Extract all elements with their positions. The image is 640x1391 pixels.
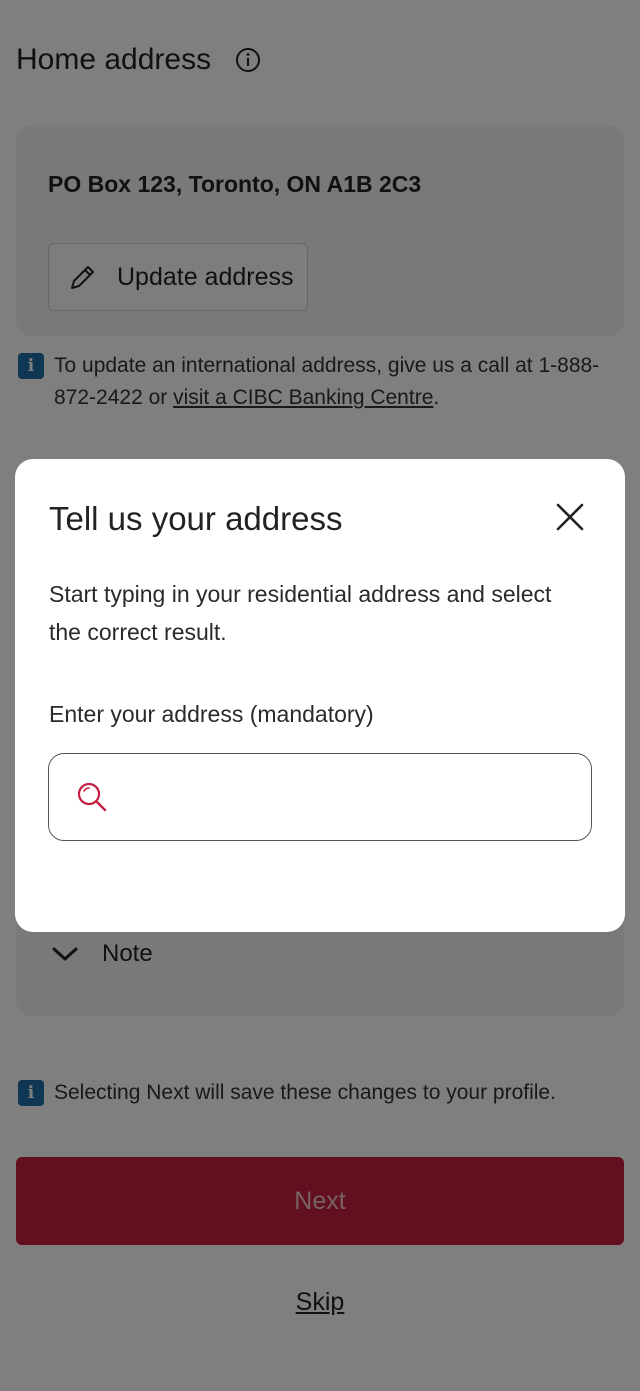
close-icon[interactable] bbox=[550, 497, 590, 537]
address-dialog: Tell us your address Start typing in you… bbox=[15, 459, 625, 932]
dialog-title: Tell us your address bbox=[49, 500, 343, 537]
address-search-input[interactable] bbox=[121, 766, 575, 828]
address-field-label: Enter your address (mandatory) bbox=[49, 701, 374, 727]
search-icon bbox=[77, 782, 107, 812]
address-search-field[interactable] bbox=[48, 753, 592, 841]
dialog-description: Start typing in your residential address… bbox=[49, 581, 552, 645]
